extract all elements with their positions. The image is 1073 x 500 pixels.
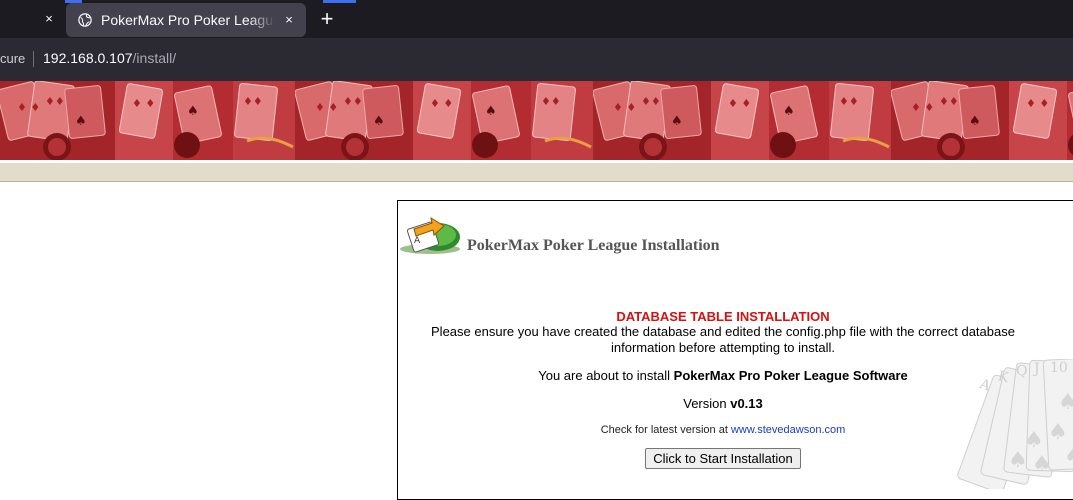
svg-text:♠: ♠ — [1048, 420, 1068, 445]
stevedawson-link[interactable]: www.stevedawson.com — [731, 424, 845, 436]
install-content: DATABASE TABLE INSTALLATION Please ensur… — [398, 309, 1048, 469]
check-version-text: Check for latest version at www.stevedaw… — [398, 424, 1048, 437]
site-banner: ♦ ♦ ♦♦ ♦ ♦ ♦♦ ♠ ♠ — [0, 81, 1073, 160]
browser-nav-bar: cure 192.168.0.107/install/ — [0, 38, 1073, 81]
instruction-text: Please ensure you have created the datab… — [431, 324, 1015, 355]
svg-text:♠: ♠ — [1064, 444, 1073, 469]
tab-close-button[interactable]: × — [280, 11, 298, 29]
url-path: /install/ — [132, 50, 177, 66]
svg-text:10: 10 — [1050, 360, 1068, 376]
database-heading: DATABASE TABLE INSTALLATION — [616, 309, 830, 324]
globe-icon — [78, 13, 92, 27]
tab-indicator — [323, 0, 356, 3]
product-name: PokerMax Pro Poker League Software — [673, 368, 908, 383]
install-title: PokerMax Poker League Installation — [467, 237, 720, 254]
new-tab-button[interactable]: + — [316, 8, 338, 30]
version-prefix: Version — [683, 396, 731, 411]
url-host: 192.168.0.107 — [43, 50, 133, 66]
version-number: v0.13 — [730, 396, 763, 411]
url-separator — [33, 51, 34, 67]
tab-title: PokerMax Pro Poker League Installation — [101, 12, 275, 28]
svg-text:♠: ♠ — [1058, 390, 1073, 415]
install-about-text: You are about to install PokerMax Pro Po… — [398, 368, 1048, 383]
about-prefix: You are about to install — [538, 368, 674, 383]
browser-tab-bar: × PokerMax Pro Poker League Installation… — [0, 0, 1073, 38]
install-arrow-logo: A — [400, 216, 460, 254]
check-prefix: Check for latest version at — [600, 424, 731, 436]
svg-text:A: A — [414, 236, 421, 246]
menu-strip — [0, 163, 1073, 182]
url-field[interactable]: 192.168.0.107/install/ — [43, 50, 176, 66]
connection-security-label[interactable]: cure — [0, 51, 25, 66]
start-installation-button[interactable]: Click to Start Installation — [645, 448, 801, 469]
version-text: Version v0.13 — [398, 396, 1048, 411]
playing-cards-banner-image: ♦ ♦ ♦♦ ♦ ♦ ♦♦ ♠ ♠ — [0, 81, 1073, 160]
tab-pokermax-install[interactable]: PokerMax Pro Poker League Installation × — [66, 3, 306, 37]
installation-panel: A PokerMax Poker League Installation A K… — [397, 200, 1073, 500]
previous-tab-close-button[interactable]: × — [40, 10, 58, 28]
